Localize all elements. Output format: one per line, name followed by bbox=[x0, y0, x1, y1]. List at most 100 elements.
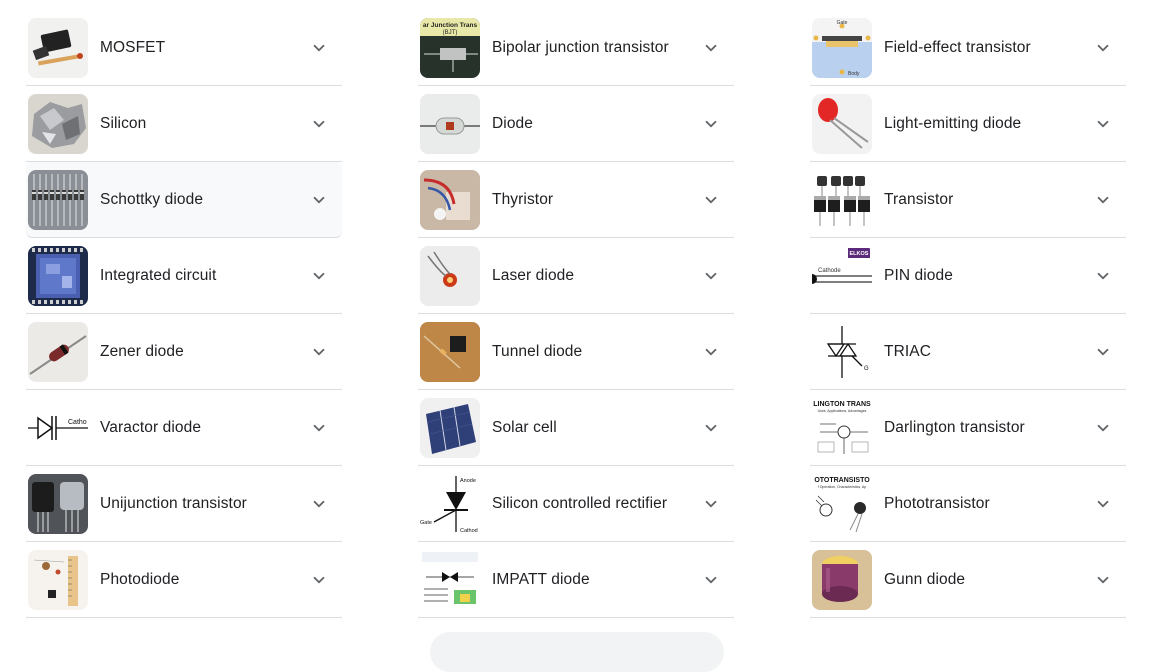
chevron-down-icon[interactable] bbox=[704, 117, 718, 131]
chevron-down-icon[interactable] bbox=[1096, 269, 1110, 283]
related-item[interactable]: Light-emitting diode bbox=[810, 86, 1126, 162]
related-item[interactable]: Schottky diode bbox=[26, 162, 342, 238]
chevron-down-icon[interactable] bbox=[312, 193, 326, 207]
column-2: ar Junction Trans (BJT) Bipolar junction… bbox=[418, 10, 734, 618]
photodiode-icon bbox=[28, 549, 88, 610]
chevron-down-icon[interactable] bbox=[704, 269, 718, 283]
related-item[interactable]: Silicon bbox=[26, 86, 342, 162]
chevron-down-icon[interactable] bbox=[704, 421, 718, 435]
related-item-label: Varactor diode bbox=[100, 418, 202, 436]
svg-text:ELKOS: ELKOS bbox=[850, 251, 869, 257]
related-item-label: PIN diode bbox=[884, 266, 953, 284]
related-item-label: Zener diode bbox=[100, 342, 184, 360]
related-item[interactable]: ar Junction Trans (BJT) Bipolar junction… bbox=[418, 10, 734, 86]
related-item[interactable]: Catho Varactor diode bbox=[26, 390, 342, 466]
related-item[interactable]: MOSFET bbox=[26, 10, 342, 86]
svg-text:Uses, Applications, Advantages: Uses, Applications, Advantages bbox=[818, 409, 867, 413]
svg-text:Gate: Gate bbox=[837, 20, 848, 26]
chevron-down-icon[interactable] bbox=[704, 497, 718, 511]
related-item-label: Solar cell bbox=[492, 418, 557, 436]
related-item[interactable]: G TRIAC bbox=[810, 314, 1126, 390]
phototransistor-icon: OTOTRANSISTO f Operation, Characteristic… bbox=[812, 473, 872, 534]
led-icon bbox=[812, 93, 872, 154]
related-item[interactable]: Anode Gate Cathod Silicon controlled rect… bbox=[418, 466, 734, 542]
chevron-down-icon[interactable] bbox=[704, 41, 718, 55]
related-item[interactable]: Transistor bbox=[810, 162, 1126, 238]
chevron-down-icon[interactable] bbox=[1096, 573, 1110, 587]
bjt-icon: ar Junction Trans (BJT) bbox=[420, 17, 480, 78]
related-item[interactable]: IMPATT diode bbox=[418, 542, 734, 618]
related-item-label: Diode bbox=[492, 114, 533, 132]
related-item[interactable]: Zener diode bbox=[26, 314, 342, 390]
chevron-down-icon[interactable] bbox=[312, 345, 326, 359]
thyristor-icon bbox=[420, 169, 480, 230]
chevron-down-icon[interactable] bbox=[312, 41, 326, 55]
silicon-icon bbox=[28, 93, 88, 154]
related-item-label: Darlington transistor bbox=[884, 418, 1025, 436]
chevron-down-icon[interactable] bbox=[1096, 421, 1110, 435]
related-item[interactable]: Gate Body Field-effect transistor bbox=[810, 10, 1126, 86]
chevron-down-icon[interactable] bbox=[312, 269, 326, 283]
impatt-icon bbox=[420, 549, 480, 610]
related-item[interactable]: Photodiode bbox=[26, 542, 342, 618]
related-item-label: Photodiode bbox=[100, 570, 180, 588]
chevron-down-icon[interactable] bbox=[704, 345, 718, 359]
related-item[interactable]: Diode bbox=[418, 86, 734, 162]
chevron-down-icon[interactable] bbox=[704, 573, 718, 587]
related-item[interactable]: Thyristor bbox=[418, 162, 734, 238]
related-item-label: Transistor bbox=[884, 190, 954, 208]
more-results-button[interactable] bbox=[430, 632, 724, 672]
related-item[interactable]: OTOTRANSISTO f Operation, Characteristic… bbox=[810, 466, 1126, 542]
svg-text:Gate: Gate bbox=[420, 520, 432, 526]
zener-icon bbox=[28, 321, 88, 382]
related-item[interactable]: Solar cell bbox=[418, 390, 734, 466]
chevron-down-icon[interactable] bbox=[1096, 193, 1110, 207]
triac-icon: G bbox=[812, 321, 872, 382]
related-item-label: IMPATT diode bbox=[492, 570, 590, 588]
chevron-down-icon[interactable] bbox=[1096, 117, 1110, 131]
column-1: MOSFET Silicon Schottky diode Integrated… bbox=[26, 10, 342, 618]
related-item[interactable]: Unijunction transistor bbox=[26, 466, 342, 542]
svg-text:Anode: Anode bbox=[460, 478, 476, 484]
related-item[interactable]: Integrated circuit bbox=[26, 238, 342, 314]
laser-diode-icon bbox=[420, 245, 480, 306]
related-item-label: Silicon bbox=[100, 114, 147, 132]
related-item-label: Gunn diode bbox=[884, 570, 966, 588]
ic-icon bbox=[28, 245, 88, 306]
related-item-label: MOSFET bbox=[100, 38, 166, 56]
svg-text:Cathod: Cathod bbox=[460, 528, 478, 534]
solar-cell-icon bbox=[420, 397, 480, 458]
schottky-icon bbox=[28, 169, 88, 230]
related-item[interactable]: ELKOS Cathode PIN diode bbox=[810, 238, 1126, 314]
chevron-down-icon[interactable] bbox=[312, 421, 326, 435]
related-item[interactable]: Tunnel diode bbox=[418, 314, 734, 390]
transistor-icon bbox=[812, 169, 872, 230]
chevron-down-icon[interactable] bbox=[312, 117, 326, 131]
related-item-label: Schottky diode bbox=[100, 190, 204, 208]
related-item[interactable]: LINGTON TRANS Uses, Applications, Advant… bbox=[810, 390, 1126, 466]
chevron-down-icon[interactable] bbox=[312, 497, 326, 511]
related-item-label: Silicon controlled rectifier bbox=[492, 494, 668, 512]
related-item[interactable]: Gunn diode bbox=[810, 542, 1126, 618]
chevron-down-icon[interactable] bbox=[1096, 345, 1110, 359]
fet-icon: Gate Body bbox=[812, 17, 872, 78]
chevron-down-icon[interactable] bbox=[1096, 41, 1110, 55]
svg-text:OTOTRANSISTO: OTOTRANSISTO bbox=[814, 477, 870, 484]
chevron-down-icon[interactable] bbox=[312, 573, 326, 587]
darlington-icon: LINGTON TRANS Uses, Applications, Advant… bbox=[812, 397, 872, 458]
related-item-label: Light-emitting diode bbox=[884, 114, 1022, 132]
chevron-down-icon[interactable] bbox=[704, 193, 718, 207]
gunn-diode-icon bbox=[812, 549, 872, 610]
varactor-icon: Catho bbox=[28, 397, 88, 458]
diode-icon bbox=[420, 93, 480, 154]
svg-text:G: G bbox=[864, 366, 869, 372]
pin-diode-icon: ELKOS Cathode bbox=[812, 245, 872, 306]
related-item-label: Laser diode bbox=[492, 266, 575, 284]
svg-text:(BJT): (BJT) bbox=[443, 30, 458, 36]
svg-text:Body: Body bbox=[848, 71, 860, 77]
svg-text:Cathode: Cathode bbox=[818, 268, 841, 274]
svg-text:ar Junction Trans: ar Junction Trans bbox=[423, 22, 478, 29]
related-item-label: Field-effect transistor bbox=[884, 38, 1031, 56]
chevron-down-icon[interactable] bbox=[1096, 497, 1110, 511]
related-item[interactable]: Laser diode bbox=[418, 238, 734, 314]
